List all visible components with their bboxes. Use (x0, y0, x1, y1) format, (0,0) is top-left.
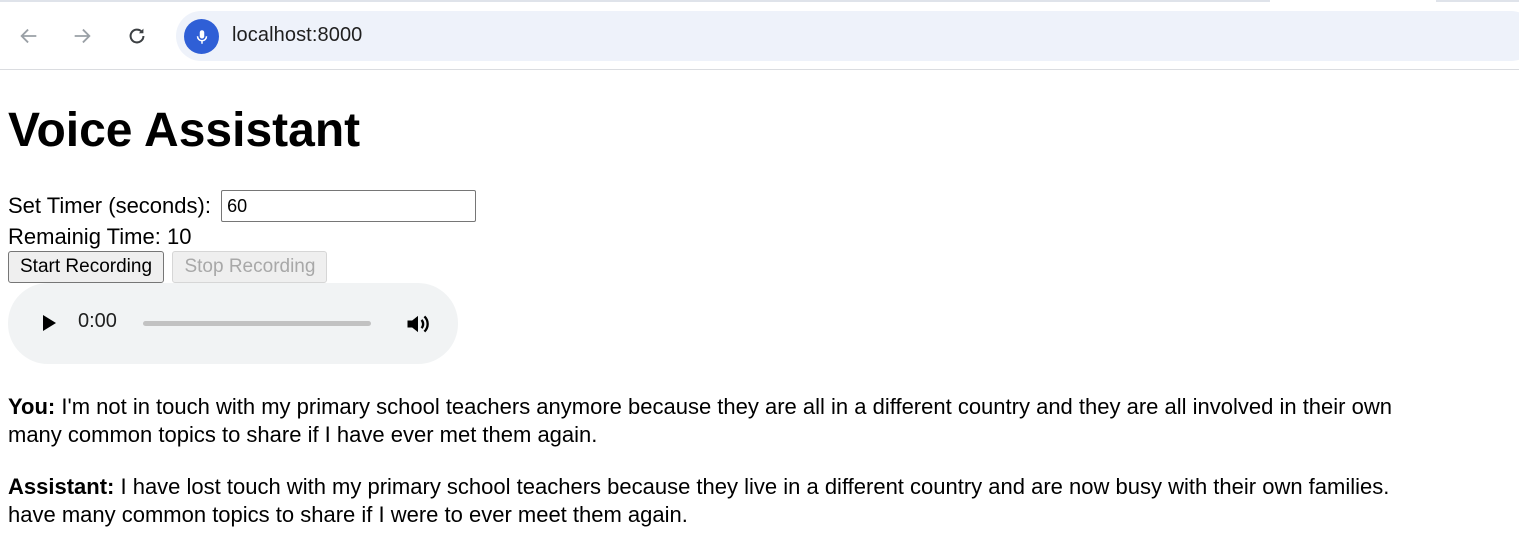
audio-progress-bar[interactable] (143, 321, 371, 326)
conversation-log: You: I'm not in touch with my primary sc… (8, 393, 1519, 553)
reload-button[interactable] (119, 18, 155, 54)
forward-arrow-icon (74, 28, 91, 44)
timer-input[interactable] (221, 190, 477, 222)
assistant-message-line-1: I have lost touch with my primary school… (120, 474, 1390, 499)
url-text[interactable]: localhost:8000 (232, 24, 362, 47)
tab-strip-edge (0, 0, 1519, 3)
assistant-speaker-label: Assistant: (8, 474, 115, 499)
assistant-message-line-2: have many common topics to share if I we… (8, 502, 688, 527)
remaining-time: Remainig Time: 10 (8, 221, 191, 253)
remaining-label: Remainig Time: (8, 224, 161, 249)
forward-button[interactable] (64, 18, 100, 54)
start-recording-button[interactable]: Start Recording (8, 251, 165, 283)
user-message: You: I'm not in touch with my primary sc… (8, 393, 1519, 449)
assistant-message: Assistant: I have lost touch with my pri… (8, 473, 1519, 529)
remaining-value: 10 (166, 224, 192, 249)
recording-controls: Start Recording Stop Recording (8, 251, 328, 283)
microphone-icon (196, 29, 207, 44)
timer-row: Set Timer (seconds): (8, 190, 477, 222)
microphone-indicator[interactable] (184, 19, 219, 54)
browser-toolbar: localhost:8000 (0, 0, 1519, 70)
timer-label: Set Timer (seconds): (8, 193, 211, 218)
audio-current-time: 0:00 (78, 310, 117, 332)
user-message-line-1: I'm not in touch with my primary school … (61, 394, 1392, 419)
user-speaker-label: You: (8, 394, 56, 419)
user-message-line-2: many common topics to share if I have ev… (8, 422, 598, 447)
back-button[interactable] (11, 18, 47, 54)
volume-icon[interactable] (404, 310, 432, 338)
back-arrow-icon (20, 28, 37, 44)
page-title: Voice Assistant (8, 104, 361, 157)
audio-player: 0:00 (8, 283, 458, 364)
reload-icon (129, 28, 145, 44)
address-bar[interactable]: localhost:8000 (176, 11, 1519, 61)
stop-recording-button: Stop Recording (172, 251, 328, 283)
play-icon[interactable] (36, 311, 60, 335)
